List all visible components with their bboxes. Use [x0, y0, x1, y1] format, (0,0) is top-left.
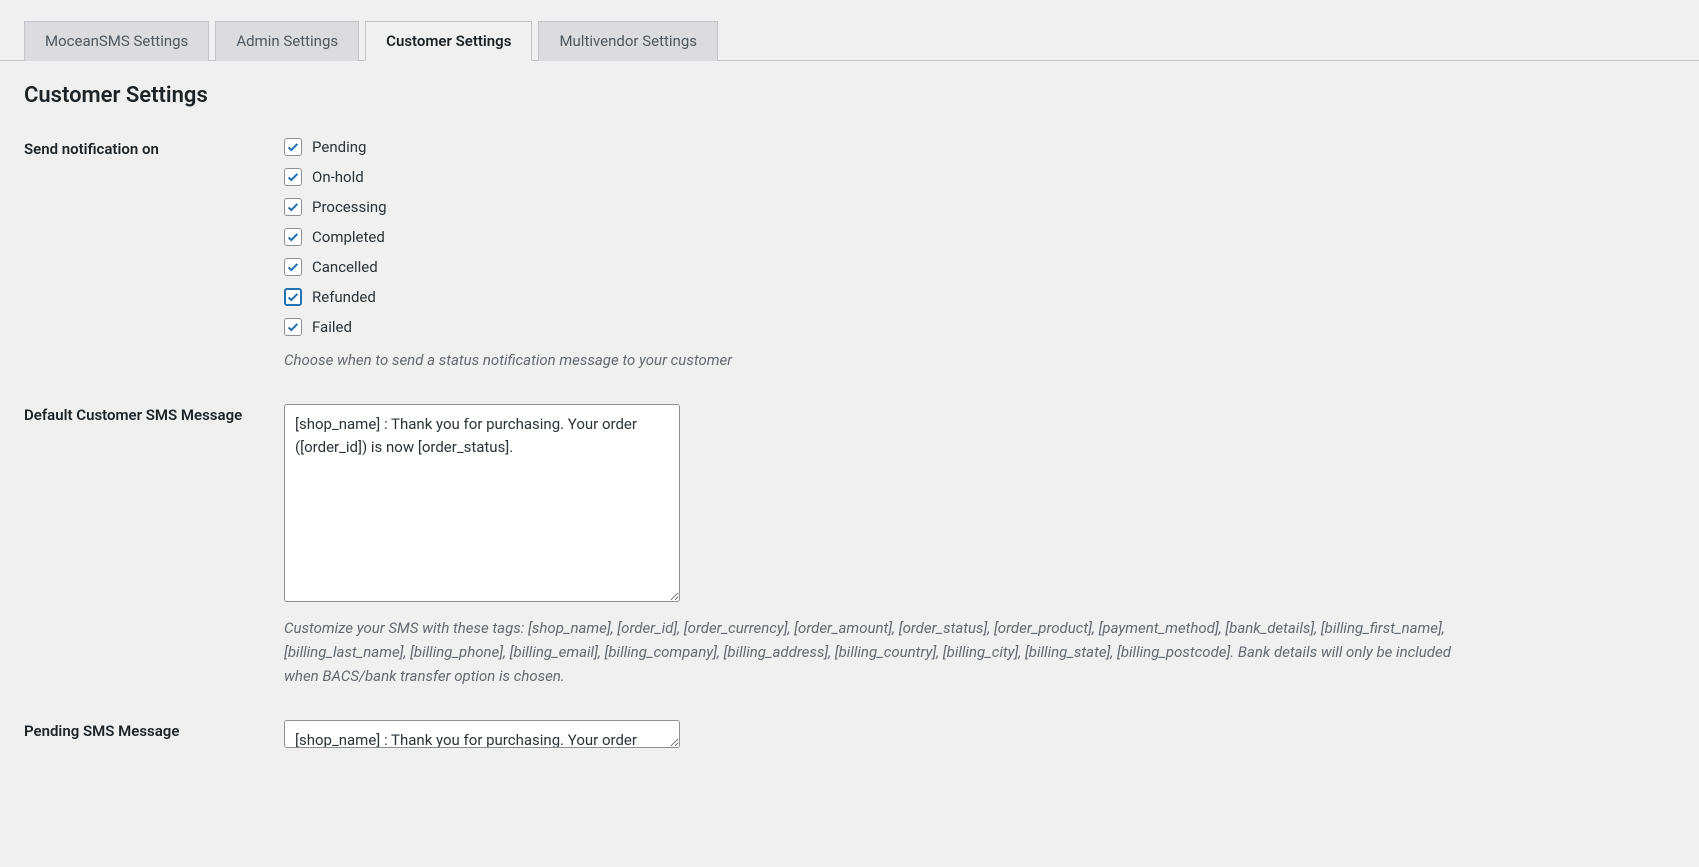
checkbox-label-onhold[interactable]: On-hold	[312, 168, 364, 186]
field-send-notification: Pending On-hold Processing Completed	[284, 138, 1484, 372]
check-icon	[286, 320, 300, 334]
row-send-notification: Send notification on Pending On-hold Pro…	[24, 138, 1675, 372]
check-icon	[286, 290, 300, 304]
description-default-message: Customize your SMS with these tags: [sho…	[284, 616, 1484, 688]
field-default-message: Customize your SMS with these tags: [sho…	[284, 404, 1484, 688]
field-pending-message	[284, 720, 1484, 752]
checkbox-row-cancelled: Cancelled	[284, 258, 1484, 276]
checkbox-failed[interactable]	[284, 318, 302, 336]
checkbox-row-refunded: Refunded	[284, 288, 1484, 306]
checkbox-label-completed[interactable]: Completed	[312, 228, 385, 246]
checkbox-onhold[interactable]	[284, 168, 302, 186]
description-send-notification: Choose when to send a status notificatio…	[284, 348, 1484, 372]
tab-customer-settings[interactable]: Customer Settings	[365, 21, 532, 61]
checkbox-processing[interactable]	[284, 198, 302, 216]
checkbox-label-refunded[interactable]: Refunded	[312, 288, 376, 306]
check-icon	[286, 260, 300, 274]
tab-moceansms-settings[interactable]: MoceanSMS Settings	[24, 21, 209, 61]
textarea-default-message[interactable]	[284, 404, 680, 602]
checkbox-label-failed[interactable]: Failed	[312, 318, 352, 336]
label-pending-message: Pending SMS Message	[24, 720, 284, 740]
checkbox-completed[interactable]	[284, 228, 302, 246]
checkbox-row-completed: Completed	[284, 228, 1484, 246]
label-send-notification: Send notification on	[24, 138, 284, 158]
checkbox-row-processing: Processing	[284, 198, 1484, 216]
checkbox-refunded[interactable]	[284, 288, 302, 306]
checkbox-row-failed: Failed	[284, 318, 1484, 336]
checkbox-row-onhold: On-hold	[284, 168, 1484, 186]
check-icon	[286, 140, 300, 154]
checkbox-label-pending[interactable]: Pending	[312, 138, 366, 156]
row-default-message: Default Customer SMS Message Customize y…	[24, 404, 1675, 688]
check-icon	[286, 200, 300, 214]
content-area: Customer Settings Send notification on P…	[0, 83, 1699, 824]
tab-admin-settings[interactable]: Admin Settings	[215, 21, 359, 61]
row-pending-message: Pending SMS Message	[24, 720, 1675, 752]
textarea-pending-message[interactable]	[284, 720, 680, 748]
tab-multivendor-settings[interactable]: Multivendor Settings	[538, 21, 718, 61]
checkbox-cancelled[interactable]	[284, 258, 302, 276]
checkbox-pending[interactable]	[284, 138, 302, 156]
check-icon	[286, 170, 300, 184]
checkbox-label-cancelled[interactable]: Cancelled	[312, 258, 378, 276]
checkbox-label-processing[interactable]: Processing	[312, 198, 387, 216]
page-title: Customer Settings	[24, 83, 1675, 108]
tabs-bar: MoceanSMS Settings Admin Settings Custom…	[0, 20, 1699, 61]
label-default-message: Default Customer SMS Message	[24, 404, 284, 424]
check-icon	[286, 230, 300, 244]
checkbox-row-pending: Pending	[284, 138, 1484, 156]
